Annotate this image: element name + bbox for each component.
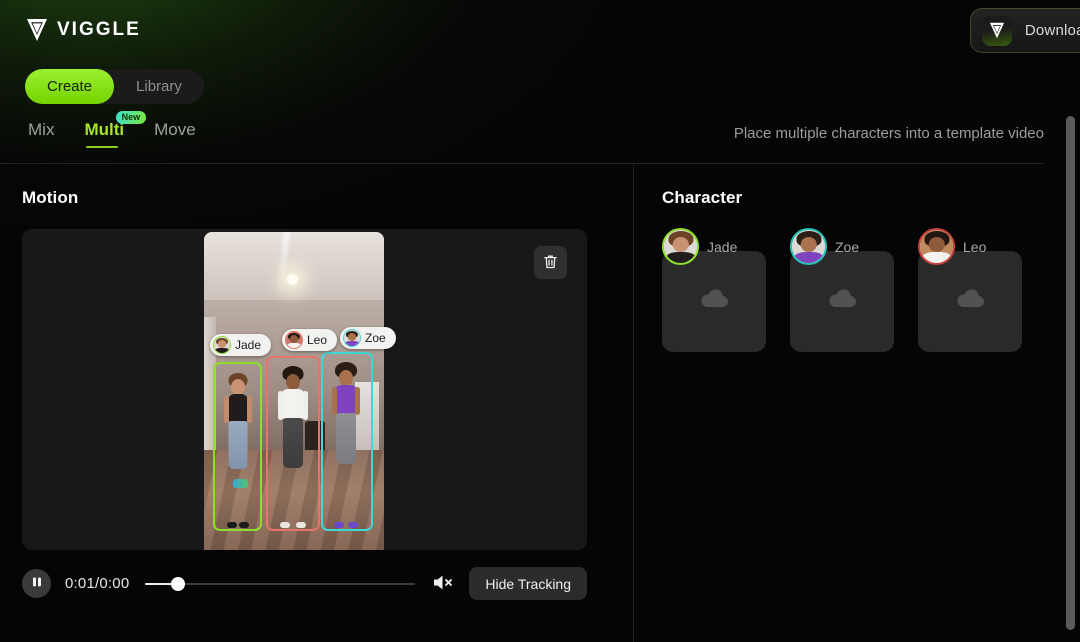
character-zoe-upload-slot[interactable]	[790, 251, 894, 352]
seek-slider[interactable]	[145, 576, 416, 591]
brand-logo[interactable]: VIGGLE	[26, 18, 141, 42]
avatar-face	[344, 330, 360, 346]
video-stage: Jade Leo Zoe	[22, 229, 587, 550]
tab-multi-new-badge: New	[115, 111, 147, 124]
tracking-label-leo[interactable]: Leo	[282, 329, 338, 351]
avatar-skin	[672, 236, 689, 252]
mode-option-create[interactable]: Create	[25, 69, 115, 104]
tracking-label-jade-avatar-icon	[213, 336, 231, 354]
character-jade-upload-slot[interactable]	[662, 251, 766, 352]
cloud-upload-icon	[955, 287, 986, 317]
hide-tracking-button[interactable]: Hide Tracking	[469, 567, 587, 600]
tracking-box-jade[interactable]	[213, 362, 262, 531]
seek-track	[145, 582, 416, 585]
video-lamp	[286, 274, 298, 286]
brand-name: VIGGLE	[57, 19, 141, 40]
tab-mix[interactable]: Mix	[28, 120, 54, 148]
character-slot-zoe: Zoe	[790, 228, 894, 352]
character-slot-leo-header: Leo	[918, 228, 1022, 265]
mode-toggle: Create Library	[25, 69, 204, 104]
character-zoe-avatar[interactable]	[790, 228, 827, 265]
mode-option-library[interactable]: Library	[114, 69, 204, 104]
tracking-label-zoe-name: Zoe	[365, 331, 386, 345]
character-leo-upload-slot[interactable]	[918, 251, 1022, 352]
avatar-body	[922, 251, 951, 263]
tracking-label-jade[interactable]: Jade	[210, 334, 272, 356]
character-slot-leo: Leo	[918, 228, 1022, 352]
tab-multi[interactable]: Multi New	[84, 111, 147, 148]
speaker-muted-icon	[431, 573, 455, 595]
pause-icon	[31, 576, 43, 591]
avatar-body	[215, 347, 229, 353]
video-ceiling	[204, 232, 384, 301]
avatar-body	[794, 251, 823, 263]
tracking-label-leo-avatar-icon	[285, 331, 303, 349]
character-slot-jade-header: Jade	[662, 228, 766, 265]
page-tagline: Place multiple characters into a templat…	[733, 125, 1044, 142]
play-pause-button[interactable]	[22, 569, 51, 598]
motion-panel: Motion Jade Leo Zoe 0:01/0:00 Hide Track…	[0, 163, 634, 642]
character-zoe-name: Zoe	[835, 238, 860, 255]
avatar-body	[666, 251, 695, 263]
tracking-label-leo-name: Leo	[307, 333, 328, 347]
cloud-upload-icon	[827, 287, 858, 317]
tab-bar: Mix Multi New Move	[28, 111, 196, 148]
tracking-label-zoe[interactable]: Zoe	[340, 327, 396, 349]
download-banner-label: Download the	[1024, 22, 1080, 39]
seek-thumb[interactable]	[170, 576, 185, 591]
playback-time: 0:01/0:00	[65, 575, 130, 592]
character-jade-name: Jade	[707, 238, 738, 255]
workspace: Motion Jade Leo Zoe 0:01/0:00 Hide Track…	[0, 163, 1044, 642]
character-slot-grid: Jade Zoe Leo	[662, 228, 1044, 352]
avatar-face	[792, 230, 825, 263]
page-scrollbar[interactable]	[1066, 116, 1075, 630]
download-app-banner[interactable]: Download the	[969, 8, 1080, 53]
video-player-controls: 0:01/0:00 Hide Tracking	[22, 567, 587, 600]
tracking-label-zoe-avatar-icon	[343, 329, 361, 347]
character-panel-title: Character	[662, 188, 743, 207]
tracking-box-zoe[interactable]	[321, 352, 373, 531]
motion-panel-title: Motion	[22, 188, 79, 207]
avatar-body	[345, 340, 359, 346]
viggle-app-window: VIGGLE Download the Create Library Mix M…	[0, 0, 1080, 642]
viggle-app-badge-icon	[981, 15, 1012, 46]
avatar-face	[920, 230, 953, 263]
avatar-face	[214, 337, 230, 353]
character-panel: Character Jade Zoe Leo	[634, 163, 1044, 642]
character-slot-zoe-header: Zoe	[790, 228, 894, 265]
cloud-upload-icon	[699, 287, 730, 317]
viggle-chevron-logo-icon	[26, 18, 48, 42]
avatar-body	[287, 342, 301, 348]
avatar-skin	[928, 236, 945, 252]
avatar-face	[286, 332, 302, 348]
delete-motion-button[interactable]	[534, 246, 567, 279]
character-leo-avatar[interactable]	[918, 228, 955, 265]
character-leo-name: Leo	[963, 238, 987, 255]
character-jade-avatar[interactable]	[662, 228, 699, 265]
tab-move[interactable]: Move	[154, 120, 196, 148]
motion-video-preview[interactable]	[204, 232, 384, 550]
tracking-box-leo[interactable]	[266, 355, 320, 531]
tracking-label-jade-name: Jade	[235, 338, 262, 352]
trash-icon	[542, 253, 559, 273]
avatar-face	[664, 230, 697, 263]
volume-mute-button[interactable]	[431, 573, 455, 595]
character-slot-jade: Jade	[662, 228, 766, 352]
avatar-skin	[800, 236, 817, 252]
